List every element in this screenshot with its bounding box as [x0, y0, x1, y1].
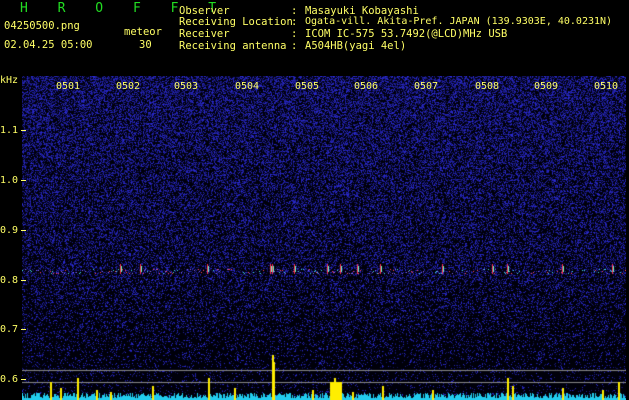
y-tick-mark: [21, 130, 26, 131]
location-value: Ogata-vill. Akita-Pref. JAPAN (139.9303E…: [305, 16, 613, 27]
x-tick-label: 0502: [116, 81, 141, 92]
x-tick-label: 0509: [534, 81, 559, 92]
y-tick-label: 0.6: [0, 374, 19, 385]
y-tick-label: 0.8: [0, 275, 19, 286]
y-tick-label: 0.7: [0, 324, 19, 335]
receiver-sep: :: [291, 28, 298, 40]
datetime-label: 02.04.25 05:00: [4, 39, 93, 51]
x-tick-label: 0510: [594, 81, 619, 92]
meteor-count-label: meteor: [124, 26, 162, 38]
observer-sep: :: [291, 5, 298, 17]
y-tick-mark: [21, 379, 26, 380]
y-axis-unit: kHz: [0, 75, 19, 86]
location-key: Receiving Location: [179, 16, 293, 28]
y-tick-mark: [21, 280, 26, 281]
y-tick-mark: [21, 180, 26, 181]
meteor-count-value: 30: [139, 39, 152, 51]
receiver-key: Receiver: [179, 28, 230, 40]
antenna-value: A504HB(yagi 4el): [305, 40, 407, 52]
spectrogram-plot: [22, 76, 626, 400]
filename-label: 04250500.png: [4, 20, 80, 32]
y-tick-mark: [21, 329, 26, 330]
x-tick-label: 0503: [174, 81, 199, 92]
x-tick-label: 0505: [295, 81, 320, 92]
y-tick-label: 1.1: [0, 125, 19, 136]
observer-key: Observer: [179, 5, 230, 17]
x-tick-label: 0508: [475, 81, 500, 92]
y-tick-label: 1.0: [0, 175, 19, 186]
receiver-value: ICOM IC-575 53.7492(@LCD)MHz USB: [305, 28, 508, 40]
antenna-key: Receiving antenna: [179, 40, 287, 52]
y-tick-label: 0.9: [0, 225, 19, 236]
x-tick-label: 0501: [56, 81, 81, 92]
x-tick-label: 0504: [235, 81, 260, 92]
antenna-sep: :: [291, 40, 298, 52]
hrofft-window: H R O F F T 04250500.png 02.04.25 05:00 …: [0, 0, 629, 400]
x-tick-label: 0506: [354, 81, 379, 92]
observer-value: Masayuki Kobayashi: [305, 5, 419, 17]
y-tick-mark: [21, 230, 26, 231]
x-tick-label: 0507: [414, 81, 439, 92]
location-sep: :: [291, 16, 298, 28]
